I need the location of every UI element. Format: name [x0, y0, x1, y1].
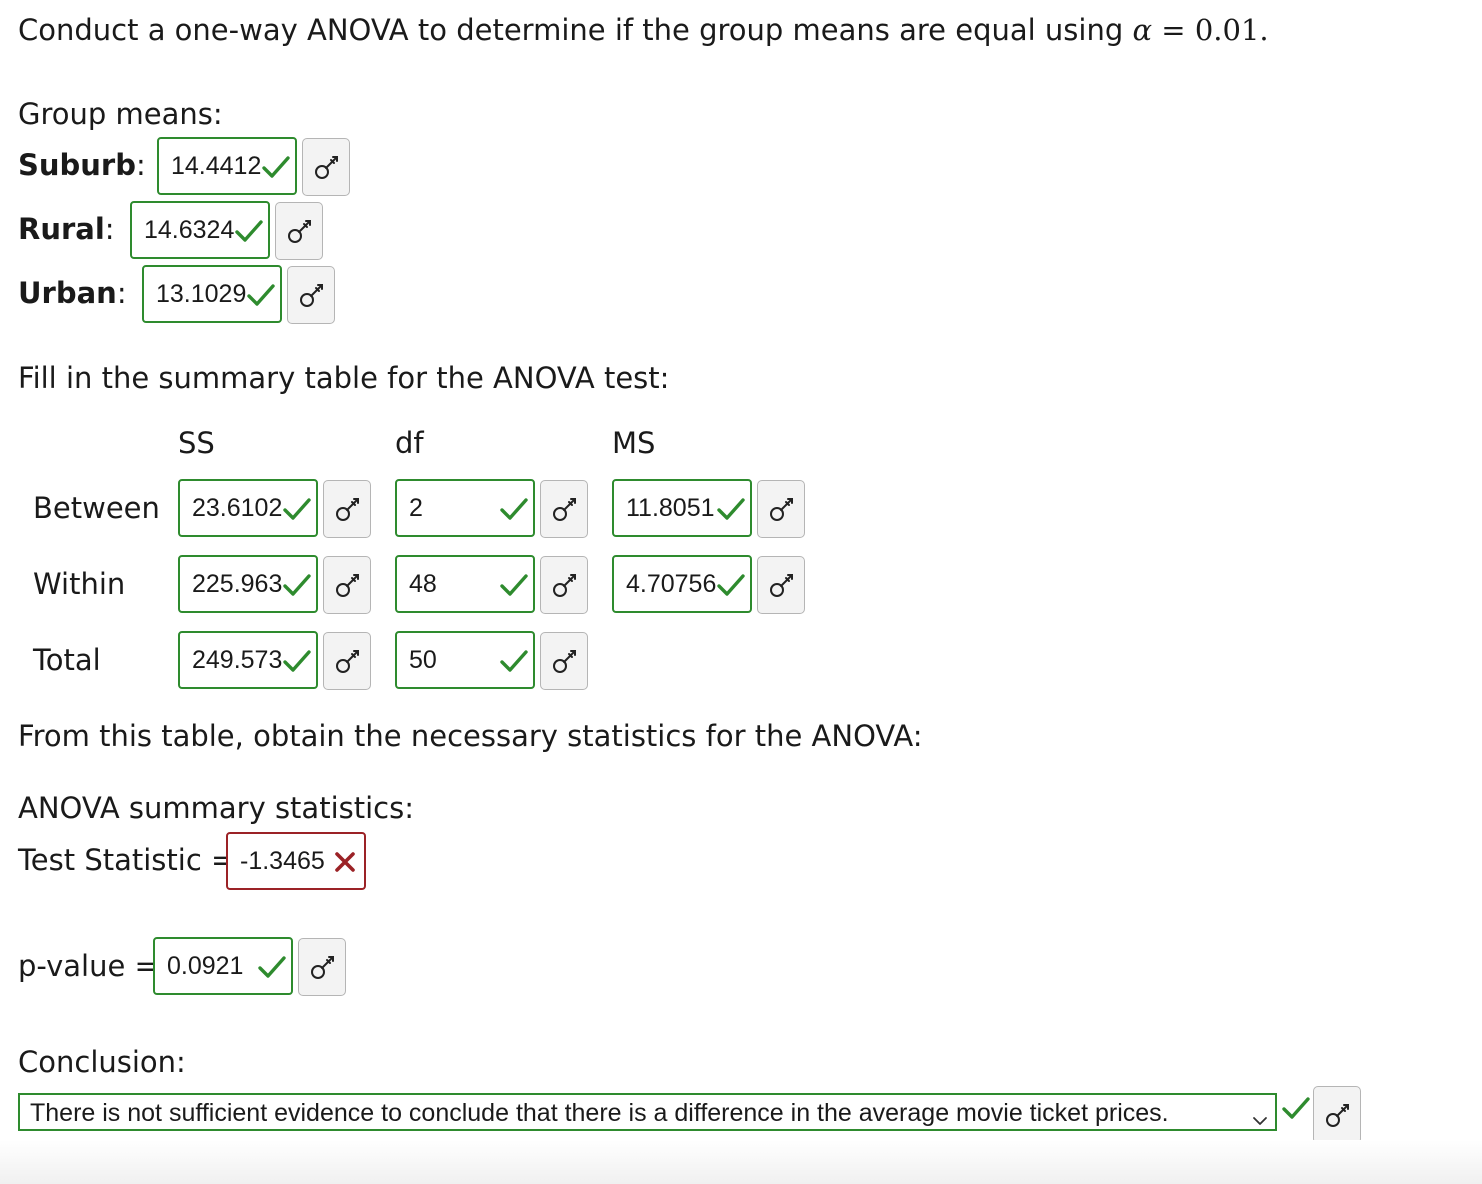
pvalue-input[interactable]: 0.0921 [153, 937, 293, 995]
rural-mean-input[interactable]: 14.6324 [130, 201, 270, 259]
between-ss-input[interactable]: 23.6102 [178, 479, 318, 537]
within-ms-input[interactable]: 4.70756 [612, 555, 752, 613]
alpha-equals: = [1161, 13, 1186, 47]
urban-mean-input[interactable]: 13.1029 [142, 265, 282, 323]
key-button-within-df[interactable] [540, 556, 588, 614]
key-button-between-ms[interactable] [757, 480, 805, 538]
between-ms-input[interactable]: 11.8051 [612, 479, 752, 537]
check-icon [282, 571, 312, 599]
key-button-between-df[interactable] [540, 480, 588, 538]
key-button-pvalue[interactable] [298, 938, 346, 996]
page-footer-shade [0, 1140, 1482, 1184]
question-prompt: Conduct a one-way ANOVA to determine if … [18, 13, 1269, 47]
key-button-within-ms[interactable] [757, 556, 805, 614]
pvalue-label: p-value = [18, 949, 159, 983]
test-statistic-input[interactable]: -1.3465 [226, 832, 366, 890]
check-icon [499, 571, 529, 599]
check-icon [1281, 1094, 1311, 1122]
key-button-within-ss[interactable] [323, 556, 371, 614]
table-instruction: Fill in the summary table for the ANOVA … [18, 361, 670, 395]
chevron-down-icon [1251, 1103, 1269, 1137]
key-button-between-ss[interactable] [323, 480, 371, 538]
check-icon [246, 281, 276, 309]
conclusion-label: Conclusion: [18, 1045, 186, 1079]
check-icon [282, 495, 312, 523]
key-button-total-df[interactable] [540, 632, 588, 690]
header-df: df [395, 426, 424, 460]
cross-icon [330, 848, 360, 876]
check-icon [716, 495, 746, 523]
row-label-total: Total [33, 643, 101, 677]
key-button-total-ss[interactable] [323, 632, 371, 690]
within-df-input[interactable]: 48 [395, 555, 535, 613]
group-label-rural: Rural: [18, 212, 115, 246]
key-button-suburb[interactable] [302, 138, 350, 196]
check-icon [716, 571, 746, 599]
check-icon [261, 153, 291, 181]
check-icon [234, 217, 264, 245]
check-icon [499, 495, 529, 523]
group-means-label: Group means: [18, 97, 223, 131]
alpha-value: 0.01. [1194, 13, 1269, 47]
stats-instruction: From this table, obtain the necessary st… [18, 719, 923, 753]
header-ss: SS [178, 426, 215, 460]
check-icon [282, 647, 312, 675]
header-ms: MS [612, 426, 656, 460]
total-df-input[interactable]: 50 [395, 631, 535, 689]
key-button-urban[interactable] [287, 266, 335, 324]
group-label-suburb: Suburb: [18, 148, 146, 182]
key-button-conclusion[interactable] [1313, 1086, 1361, 1144]
suburb-mean-input[interactable]: 14.4412 [157, 137, 297, 195]
test-statistic-label: Test Statistic = [18, 843, 236, 877]
conclusion-select[interactable]: There is not sufficient evidence to conc… [18, 1093, 1277, 1131]
alpha-symbol: α [1132, 13, 1153, 47]
between-df-input[interactable]: 2 [395, 479, 535, 537]
key-button-rural[interactable] [275, 202, 323, 260]
check-icon [499, 647, 529, 675]
check-icon [257, 953, 287, 981]
row-label-between: Between [33, 491, 160, 525]
within-ss-input[interactable]: 225.963 [178, 555, 318, 613]
total-ss-input[interactable]: 249.573 [178, 631, 318, 689]
row-label-within: Within [33, 567, 126, 601]
anova-summary-label: ANOVA summary statistics: [18, 791, 414, 825]
group-label-urban: Urban: [18, 276, 127, 310]
